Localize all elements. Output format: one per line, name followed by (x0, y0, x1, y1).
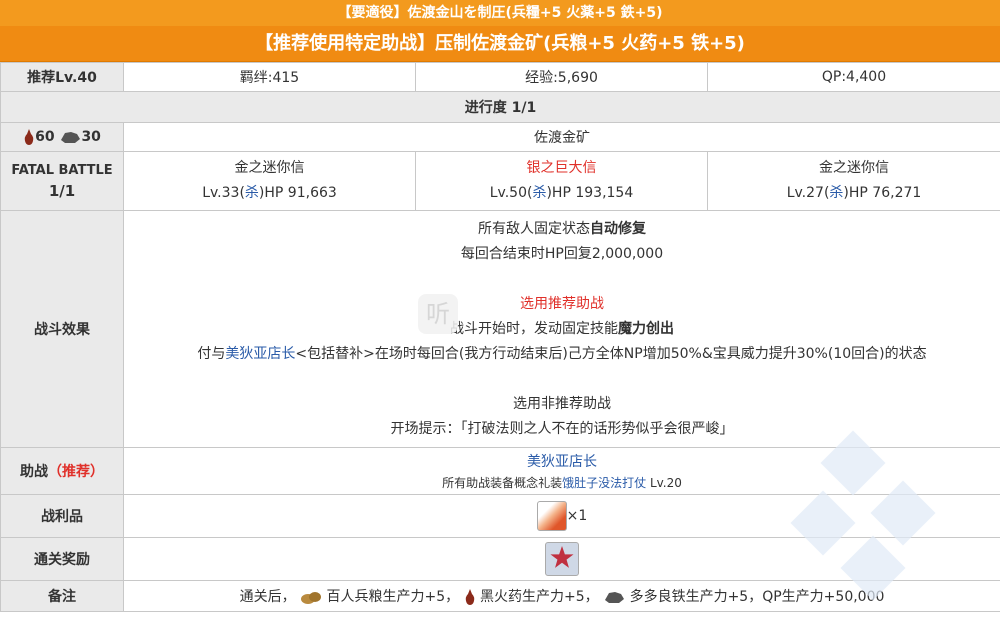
battle-effect-content: 所有敌人固定状态自动修复 每回合结束时HP回复2,000,000 选用推荐助战 … (123, 210, 1000, 448)
battle-effect-row: 战斗效果 所有敌人固定状态自动修复 每回合结束时HP回复2,000,000 选用… (0, 210, 1000, 448)
iron-count: 30 (81, 129, 101, 145)
effect-line-4: 战斗开始时，发动固定技能魔力创出 (450, 320, 674, 337)
recommended-support-title: 选用推荐助战 (520, 295, 604, 312)
recommend-level: 推荐Lv.40 (0, 62, 124, 92)
quest-title-japanese: 【要適役】佐渡金山を制圧(兵糧+5 火薬+5 鉄+5) (0, 0, 1000, 26)
enemy-name: 金之迷你信 (819, 160, 889, 176)
enemy-name: 银之巨大信 (526, 160, 597, 176)
enemy-1: 金之迷你信 Lv.33(杀)HP 91,663 (123, 151, 416, 211)
support-label: 助战（推荐） (0, 447, 124, 495)
enemy-class-link[interactable]: 杀 (829, 185, 843, 201)
resource-cost: 60 30 (0, 122, 124, 152)
effect-line-7: 开场提示：「打破法则之人不在的话形势似乎会很严峻」 (390, 420, 734, 437)
drop-label: 战利品 (0, 494, 124, 538)
medea-link[interactable]: 美狄亚店长 (225, 346, 295, 362)
enemy-stats: Lv.27(杀)HP 76,271 (786, 185, 922, 201)
note-row: 备注 通关后， 百人兵粮生产力+5， 黑火药生产力+5， 多多良铁生产力+5，Q… (0, 580, 1000, 612)
star-reward-icon[interactable] (545, 542, 579, 576)
note-label: 备注 (0, 580, 124, 612)
enemy-class-link[interactable]: 杀 (532, 185, 546, 201)
battle-effect-label: 战斗效果 (0, 210, 124, 448)
fatal-battle-label: FATAL BATTLE 1/1 (0, 151, 124, 211)
bond-value: 羁绊:415 (123, 62, 416, 92)
quest-title-chinese: 【推荐使用特定助战】压制佐渡金矿(兵粮+5 火药+5 铁+5) (0, 26, 1000, 62)
enemy-class-link[interactable]: 杀 (245, 185, 259, 201)
enemy-3: 金之迷你信 Lv.27(杀)HP 76,271 (707, 151, 1000, 211)
level-row: 推荐Lv.40 羁绊:415 经验:5,690 QP:4,400 (0, 62, 1000, 92)
enemy-stats: Lv.50(杀)HP 193,154 (489, 185, 634, 201)
gunpowder-icon (465, 589, 474, 605)
iron-icon (605, 592, 625, 603)
enemy-name: 金之迷你信 (234, 160, 305, 176)
progress-label: 进行度 1/1 (0, 91, 1000, 123)
drop-content: ×1 (123, 494, 1000, 538)
watermark-logo: 听 (418, 294, 458, 334)
drop-count: ×1 (566, 508, 588, 524)
drop-row: 战利品 ×1 (0, 494, 1000, 538)
drop-item-icon[interactable] (536, 501, 567, 531)
clear-reward-label: 通关奖励 (0, 537, 124, 581)
qp-value: QP:4,400 (707, 62, 1000, 92)
fatal-battle-row: FATAL BATTLE 1/1 金之迷你信 Lv.33(杀)HP 91,663… (0, 151, 1000, 211)
nonrecommended-support-title: 选用非推荐助战 (513, 395, 611, 412)
rations-icon (301, 592, 322, 604)
enemy-stats: Lv.33(杀)HP 91,663 (202, 185, 337, 201)
fatal-battle-count: 1/1 (48, 181, 76, 200)
effect-line-5: 付与美狄亚店长<包括替补>在场时每回合(我方行动结束后)己方全体NP增加50%&… (197, 345, 927, 362)
fatal-battle-title: FATAL BATTLE (11, 162, 113, 178)
exp-value: 经验:5,690 (415, 62, 708, 92)
progress-row: 进行度 1/1 (0, 91, 1000, 123)
effect-line-1: 所有敌人固定状态自动修复 (478, 220, 646, 237)
effect-line-2: 每回合结束时HP回复2,000,000 (460, 245, 664, 262)
quest-info-table: 推荐Lv.40 羁绊:415 经验:5,690 QP:4,400 进行度 1/1… (0, 62, 1000, 612)
iron-icon (61, 132, 81, 143)
craft-essence-link[interactable]: 饿肚子没法打仗 (562, 476, 646, 490)
enemy-2: 银之巨大信 Lv.50(杀)HP 193,154 (415, 151, 708, 211)
stage-name: 佐渡金矿 (123, 122, 1000, 152)
gunpowder-icon (24, 129, 34, 145)
resource-row: 60 30 佐渡金矿 (0, 122, 1000, 152)
gunpowder-count: 60 (35, 129, 55, 145)
